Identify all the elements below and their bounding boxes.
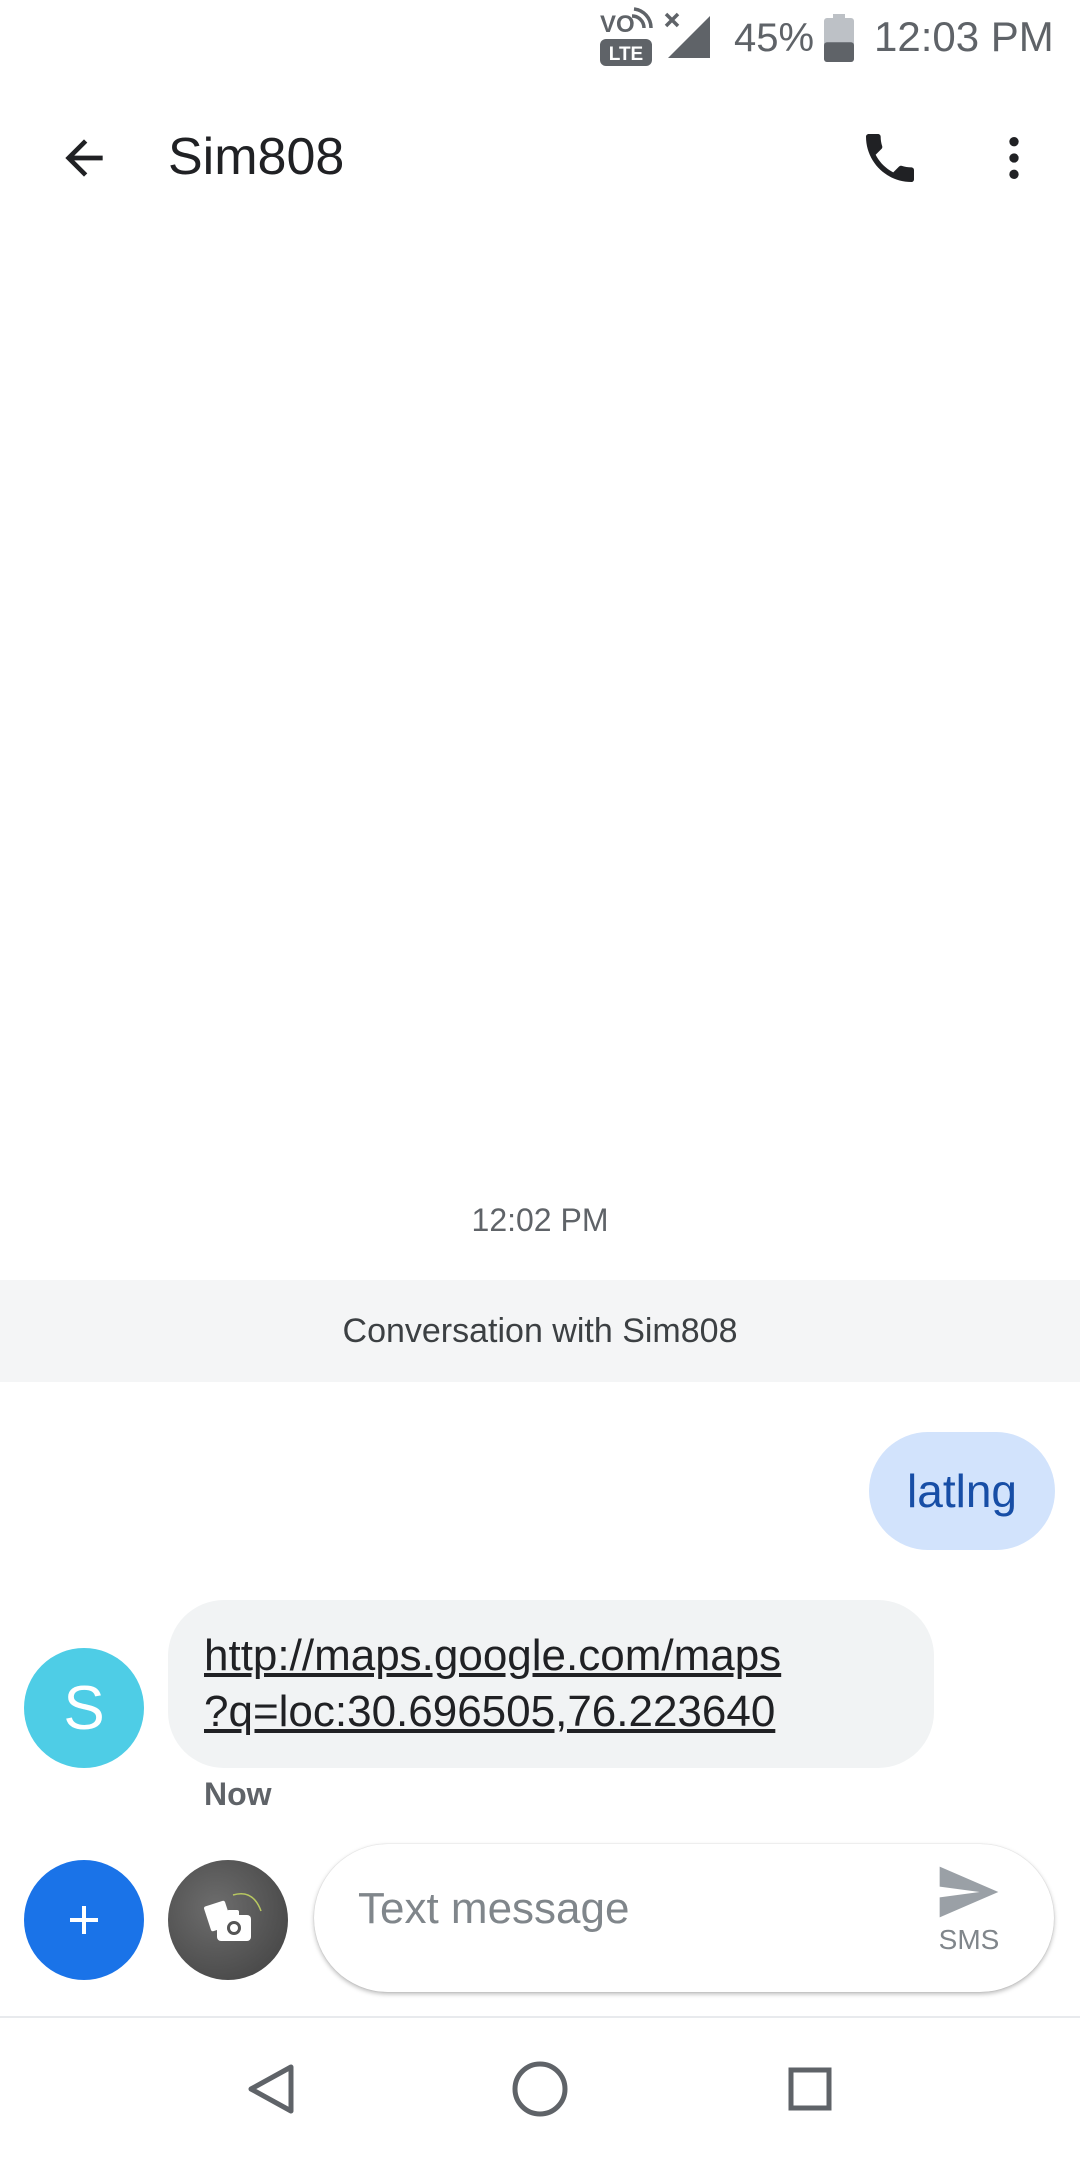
- status-time: 12:03 PM: [874, 13, 1054, 60]
- nav-recents-button[interactable]: [765, 2044, 855, 2134]
- nav-back-icon: [248, 2064, 294, 2114]
- received-link-line-2[interactable]: ?q=loc:30.696505,76.223640: [204, 1684, 900, 1740]
- conversation-banner-text: Conversation with Sim808: [342, 1311, 738, 1350]
- send-sms-button[interactable]: SMS: [914, 1864, 1024, 1974]
- avatar-letter: S: [63, 1673, 105, 1743]
- volte-label: VO: [600, 11, 635, 38]
- app-bar: Sim808: [0, 96, 1080, 216]
- nav-recents-icon: [788, 2067, 832, 2111]
- text-message-input[interactable]: [358, 1884, 838, 1934]
- conversation-title: Sim808: [168, 128, 345, 186]
- navigation-bar: [0, 2018, 1080, 2160]
- message-timestamp: 12:02 PM: [471, 1202, 609, 1238]
- volte-icon: VO LTE: [600, 7, 653, 66]
- status-bar: VO LTE 45% 12:03 PM: [0, 0, 1080, 76]
- avatar[interactable]: S: [24, 1648, 144, 1768]
- received-message-time: Now: [204, 1776, 272, 1812]
- gallery-button[interactable]: [168, 1860, 288, 1980]
- sent-message-text: latlng: [907, 1465, 1017, 1517]
- compose-box: SMS: [314, 1844, 1054, 1992]
- signal-icon: [664, 12, 710, 58]
- back-button[interactable]: [36, 110, 132, 206]
- send-icon: [939, 1866, 999, 1918]
- battery-icon: [824, 14, 854, 62]
- phone-icon: [866, 134, 914, 182]
- plus-icon: [70, 1906, 98, 1934]
- battery-percent: 45%: [734, 16, 815, 60]
- call-button[interactable]: [842, 110, 938, 206]
- more-vert-icon: [1009, 137, 1019, 179]
- sent-message-bubble[interactable]: latlng: [869, 1432, 1055, 1550]
- more-options-button[interactable]: [966, 110, 1062, 206]
- add-attachment-button[interactable]: [24, 1860, 144, 1980]
- arrow-back-icon: [65, 139, 103, 177]
- lte-label: LTE: [609, 44, 643, 65]
- received-link-line-1[interactable]: http://maps.google.com/maps: [204, 1628, 900, 1684]
- send-label: SMS: [938, 1924, 1000, 1955]
- nav-home-button[interactable]: [495, 2044, 585, 2134]
- received-message-bubble[interactable]: http://maps.google.com/maps ?q=loc:30.69…: [168, 1600, 934, 1768]
- nav-home-icon: [512, 2061, 568, 2117]
- messages-screen: VO LTE 45% 12:03 PM Sim808 12:02 PM Conv…: [0, 0, 1080, 2160]
- conversation-banner: Conversation with Sim808: [0, 1280, 1080, 1382]
- camera-gallery-icon: [204, 1893, 262, 1941]
- nav-back-button[interactable]: [226, 2044, 316, 2134]
